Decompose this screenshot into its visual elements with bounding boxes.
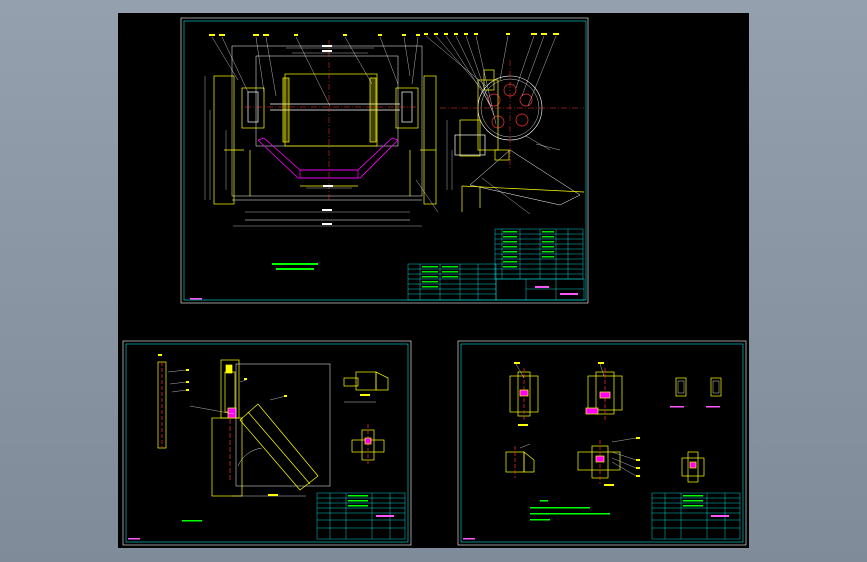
sheet-parts-a bbox=[122, 340, 412, 546]
sheet-parts-b bbox=[457, 340, 747, 546]
dimensions-assembly bbox=[204, 47, 453, 227]
notes-assembly bbox=[272, 263, 318, 270]
model-space-canvas[interactable] bbox=[118, 13, 749, 548]
part-details-b bbox=[505, 368, 722, 484]
balloon-glyphs bbox=[209, 33, 559, 36]
dimension-glyphs bbox=[322, 45, 333, 225]
cad-viewport[interactable] bbox=[0, 0, 867, 562]
parts-list bbox=[407, 228, 585, 301]
side-view bbox=[440, 60, 585, 212]
part-bracket-views bbox=[157, 359, 389, 497]
front-view bbox=[213, 40, 437, 221]
glyphs-a bbox=[158, 354, 370, 496]
notes-b bbox=[530, 500, 610, 521]
sheet-inner-frame bbox=[183, 20, 587, 301]
sheet-border bbox=[180, 17, 589, 304]
leaders-b bbox=[515, 363, 637, 477]
sheet-assembly bbox=[180, 17, 589, 304]
leaders-a bbox=[167, 369, 287, 415]
drawing-svg bbox=[122, 17, 747, 546]
